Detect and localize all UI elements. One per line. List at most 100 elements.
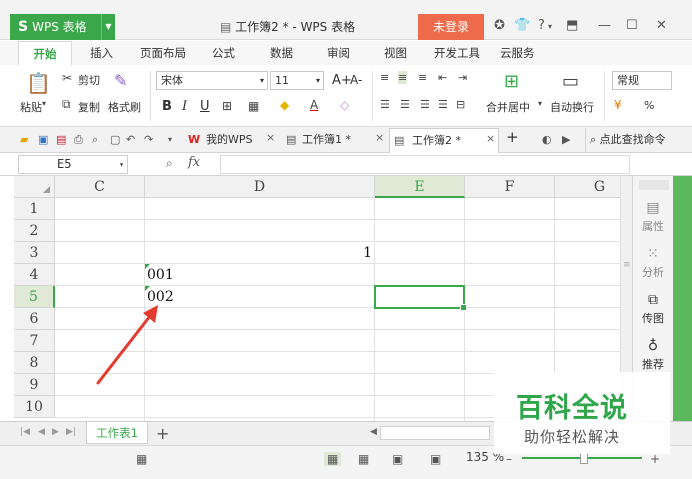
tab-list-icon[interactable]: ◐ <box>542 133 552 146</box>
reading-mode-icon[interactable]: ▣ <box>430 452 441 466</box>
scissors-icon[interactable]: ✂ <box>62 71 72 85</box>
formula-input[interactable] <box>220 155 630 174</box>
next-sheet-icon[interactable]: ▶ <box>52 427 59 437</box>
chevron-down-icon[interactable]: ▾ <box>168 135 172 144</box>
normal-view-icon[interactable]: ▦ <box>324 452 342 466</box>
borders-icon[interactable]: ⊞ <box>222 99 232 113</box>
last-sheet-icon[interactable]: ▶| <box>66 427 76 437</box>
column-header-c[interactable]: C <box>55 176 145 198</box>
row-header[interactable]: 7 <box>14 330 55 352</box>
font-size-select[interactable]: 11 ▾ <box>270 71 324 90</box>
app-menu-button[interactable]: S WPS 表格 ▼ <box>10 14 115 40</box>
font-shrink-button[interactable]: A- <box>350 73 362 87</box>
format-painter-button[interactable]: 格式刷 <box>108 99 141 115</box>
active-cell-e5[interactable] <box>374 285 467 311</box>
bold-button[interactable]: B <box>162 99 172 114</box>
close-icon[interactable]: × <box>486 132 495 145</box>
justify-icon[interactable]: ☰ <box>438 98 448 111</box>
cell-d3[interactable]: 1 <box>145 242 374 264</box>
column-header-d[interactable]: D <box>145 176 375 198</box>
align-left-icon[interactable]: ☰ <box>380 98 390 111</box>
indent-increase-icon[interactable]: ⇥ <box>458 71 467 84</box>
cell-d4[interactable]: 001 <box>145 264 374 286</box>
cell-d5[interactable]: 002 <box>145 286 374 308</box>
command-search[interactable]: ⌕ 点此查找命令 <box>585 128 692 152</box>
skin-icon[interactable]: ✪ <box>494 18 505 33</box>
font-color-icon[interactable]: A <box>310 98 318 112</box>
export-pdf-icon[interactable]: ▤ <box>56 133 66 146</box>
paste-icon[interactable]: 📋 <box>26 71 51 95</box>
page-layout-view-icon[interactable]: ▣ <box>392 452 403 466</box>
chevron-down-icon[interactable]: ▾ <box>548 22 552 31</box>
sidebar-item-recommend[interactable]: ♁ 推荐 <box>633 338 673 372</box>
row-header[interactable]: 2 <box>14 220 55 242</box>
align-center-icon[interactable]: ☰ <box>400 98 410 111</box>
distributed-icon[interactable]: ⊟ <box>456 98 465 111</box>
chevron-down-icon[interactable]: ▾ <box>538 99 542 108</box>
restore-ribbon-icon[interactable]: ⬒ <box>566 18 578 33</box>
row-header[interactable]: 4 <box>14 264 55 286</box>
horizontal-scrollbar[interactable] <box>380 426 490 440</box>
row-header[interactable]: 10 <box>14 396 55 418</box>
tab-view[interactable]: 视图 <box>384 45 407 61</box>
fill-pattern-icon[interactable]: ▦ <box>248 99 259 113</box>
row-header[interactable]: 5 <box>14 286 55 308</box>
sidebar-item-upload-image[interactable]: ⧉ 传图 <box>633 292 673 326</box>
tab-data[interactable]: 数据 <box>270 45 293 61</box>
copy-icon[interactable]: ⧉ <box>62 97 71 112</box>
align-bottom-icon[interactable]: ≡ <box>418 71 427 84</box>
save-icon[interactable]: ▣ <box>38 133 48 146</box>
print-preview-icon[interactable]: ⌕ <box>92 133 98 147</box>
chevron-down-icon[interactable]: ▾ <box>42 99 46 108</box>
hscroll-left-icon[interactable]: ◀ <box>370 427 377 437</box>
undo-icon[interactable]: ↶ <box>126 133 135 146</box>
tab-menu-icon[interactable]: ▶ <box>562 133 570 146</box>
underline-button[interactable]: U <box>200 99 210 114</box>
sidebar-item-properties[interactable]: ▤ 属性 <box>633 200 673 234</box>
tab-cloud[interactable]: 云服务 <box>500 45 535 61</box>
select-all-button[interactable] <box>14 176 55 198</box>
paste-button[interactable]: 粘贴 <box>20 99 42 115</box>
row-header[interactable]: 3 <box>14 242 55 264</box>
wrap-text-icon[interactable]: ▭ <box>562 71 579 92</box>
percent-button[interactable]: % <box>644 99 654 112</box>
number-format-select[interactable]: 常规 <box>612 71 672 90</box>
prev-sheet-icon[interactable]: ◀ <box>38 427 45 437</box>
close-icon[interactable]: × <box>375 131 384 144</box>
fill-color-icon[interactable]: ◆ <box>280 98 289 112</box>
wrap-text-button[interactable]: 自动换行 <box>550 99 594 115</box>
doc-tab-workbook1[interactable]: 工作簿1 * <box>302 131 351 147</box>
sidebar-item-analysis[interactable]: ⁙ 分析 <box>633 246 673 280</box>
zoom-out-icon[interactable]: – <box>506 452 512 466</box>
clear-format-icon[interactable]: ◇ <box>340 98 349 112</box>
font-name-select[interactable]: 宋体 ▾ <box>156 71 268 90</box>
tab-review[interactable]: 审阅 <box>327 45 350 61</box>
format-painter-icon[interactable]: ✎ <box>114 71 127 90</box>
italic-button[interactable]: I <box>182 99 187 114</box>
new-tab-button[interactable]: + <box>506 128 519 146</box>
font-grow-button[interactable]: A+ <box>332 73 352 88</box>
tab-developer[interactable]: 开发工具 <box>434 45 480 61</box>
doc-tab-workbook2[interactable]: ▤ 工作簿2 * × <box>389 128 499 153</box>
spellcheck-icon[interactable]: ▢ <box>110 133 120 146</box>
tab-insert[interactable]: 插入 <box>90 45 113 61</box>
close-icon[interactable]: ✕ <box>656 18 667 33</box>
row-header[interactable]: 6 <box>14 308 55 330</box>
align-right-icon[interactable]: ☰ <box>420 98 430 111</box>
doc-tab-my-wps[interactable]: 我的WPS <box>206 131 253 147</box>
sidebar-collapse-button[interactable] <box>639 180 669 190</box>
merge-center-button[interactable]: 合并居中 <box>486 99 530 115</box>
row-header[interactable]: 9 <box>14 374 55 396</box>
add-sheet-button[interactable]: + <box>156 424 169 443</box>
column-header-f[interactable]: F <box>465 176 555 198</box>
page-break-view-icon[interactable]: ▦ <box>358 452 369 466</box>
help-button[interactable]: ? <box>538 18 545 33</box>
maximize-icon[interactable]: ☐ <box>626 18 638 33</box>
print-icon[interactable]: ⎙ <box>74 133 83 147</box>
insert-function-button[interactable]: fx <box>188 155 200 170</box>
sheet-tab-1[interactable]: 工作表1 <box>86 422 148 444</box>
zoom-search-icon[interactable]: ⌕ <box>166 156 173 171</box>
open-folder-icon[interactable]: ▰ <box>20 133 28 146</box>
redo-icon[interactable]: ↷ <box>144 133 153 146</box>
first-sheet-icon[interactable]: |◀ <box>20 427 30 437</box>
